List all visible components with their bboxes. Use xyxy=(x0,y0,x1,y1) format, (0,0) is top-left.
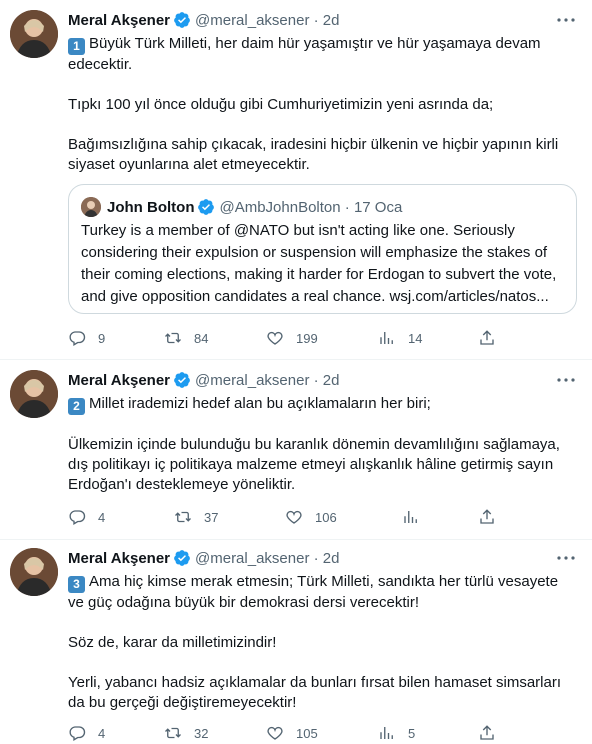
verified-badge-icon xyxy=(174,12,190,28)
keycap-number-icon: 3 xyxy=(68,576,85,593)
tweet-line: Büyük Türk Milleti, her daim hür yaşamış… xyxy=(68,35,541,73)
avatar[interactable] xyxy=(10,370,58,418)
more-options-icon[interactable] xyxy=(556,548,576,568)
tweet-3[interactable]: Meral Akşener @meral_aksener · 2d 3 Ama h… xyxy=(0,540,592,744)
quote-author-name[interactable]: John Bolton xyxy=(107,199,194,216)
retweet-icon xyxy=(165,332,181,344)
tweet-line: Millet irademizi hedef alan bu açıklamal… xyxy=(89,395,431,412)
author-handle[interactable]: @meral_aksener · 2d xyxy=(195,372,339,389)
retweet-count: 37 xyxy=(204,509,219,525)
more-options-icon[interactable] xyxy=(556,10,576,30)
verified-badge-icon xyxy=(174,372,190,388)
tweet-line: Tıpkı 100 yıl önce olduğu gibi Cumhuriye… xyxy=(68,96,494,113)
reply-button[interactable]: 4 xyxy=(68,507,105,527)
reply-icon xyxy=(69,331,86,346)
author-handle[interactable]: @meral_aksener · 2d xyxy=(195,550,339,567)
retweet-count: 32 xyxy=(194,725,209,741)
like-button[interactable]: 106 xyxy=(285,507,337,527)
heart-icon xyxy=(286,510,302,524)
retweet-button[interactable]: 32 xyxy=(164,723,208,743)
share-icon xyxy=(480,725,494,740)
views-count: 5 xyxy=(408,725,416,741)
retweet-button[interactable]: 37 xyxy=(174,507,218,527)
tweet-1[interactable]: Meral Akşener @meral_aksener · 2d 1 Büyük… xyxy=(0,0,592,360)
heart-icon xyxy=(267,331,283,345)
author-handle[interactable]: @meral_aksener · 2d xyxy=(195,12,339,29)
views-chart-icon xyxy=(380,332,393,344)
views-button[interactable]: 14 xyxy=(378,328,422,348)
like-button[interactable]: 199 xyxy=(266,328,318,348)
action-bar: 4 32 105 5 xyxy=(68,723,498,743)
reply-count: 9 xyxy=(98,330,106,346)
share-button[interactable] xyxy=(478,328,496,348)
tweet-line: Yerli, yabancı hadsiz açıklamalar da bun… xyxy=(68,674,562,711)
keycap-number-icon: 2 xyxy=(68,398,85,415)
quote-avatar[interactable] xyxy=(81,197,101,217)
reply-icon xyxy=(69,510,86,525)
quoted-tweet[interactable]: John Bolton @AmbJohnBolton · 17 Oca Turk… xyxy=(68,184,577,314)
tweet-text: 3 Ama hiç kimse merak etmesin; Türk Mille… xyxy=(68,572,573,713)
share-button[interactable] xyxy=(478,723,496,743)
author-name[interactable]: Meral Akşener xyxy=(68,372,170,389)
reply-count: 4 xyxy=(98,509,106,525)
retweet-button[interactable]: 84 xyxy=(164,328,208,348)
action-bar: 4 37 106 xyxy=(68,507,498,527)
reply-count: 4 xyxy=(98,725,106,741)
avatar[interactable] xyxy=(10,548,58,596)
share-icon xyxy=(480,509,494,524)
retweet-icon xyxy=(175,511,191,523)
reply-icon xyxy=(69,726,86,741)
like-count: 199 xyxy=(296,330,318,346)
keycap-number-icon: 1 xyxy=(68,38,85,55)
reply-button[interactable]: 4 xyxy=(68,723,105,743)
like-count: 106 xyxy=(315,509,337,525)
quote-text: Turkey is a member of @NATO but isn't ac… xyxy=(81,222,557,305)
tweet-line: Söz de, karar da milletimizindir! xyxy=(68,634,277,651)
avatar[interactable] xyxy=(10,10,58,58)
author-name[interactable]: Meral Akşener xyxy=(68,550,170,567)
like-button[interactable]: 105 xyxy=(266,723,318,743)
views-count: 14 xyxy=(408,330,423,346)
views-button[interactable] xyxy=(402,507,432,527)
verified-badge-icon xyxy=(198,199,215,215)
share-icon xyxy=(480,330,494,345)
author-name[interactable]: Meral Akşener xyxy=(68,12,170,29)
heart-icon xyxy=(267,726,283,740)
verified-badge-icon xyxy=(174,550,190,566)
reply-button[interactable]: 9 xyxy=(68,328,105,348)
action-bar: 9 84 199 14 xyxy=(68,328,498,348)
tweet-line: Ülkemizin içinde bulunduğu bu karanlık d… xyxy=(68,436,560,493)
tweet-text: 2 Millet irademizi hedef alan bu açıklama… xyxy=(68,394,573,495)
tweet-2[interactable]: Meral Akşener @meral_aksener · 2d 2 Mille… xyxy=(0,360,592,540)
quote-author-handle[interactable]: @AmbJohnBolton · 17 Oca xyxy=(219,199,402,216)
views-button[interactable]: 5 xyxy=(378,723,415,743)
like-count: 105 xyxy=(296,725,318,741)
share-button[interactable] xyxy=(478,507,496,527)
views-chart-icon xyxy=(380,727,393,739)
retweet-icon xyxy=(165,727,181,739)
views-chart-icon xyxy=(404,511,417,523)
retweet-count: 84 xyxy=(194,330,209,346)
tweet-line: Ama hiç kimse merak etmesin; Türk Millet… xyxy=(68,573,559,611)
tweet-text: 1 Büyük Türk Milleti, her daim hür yaşamı… xyxy=(68,34,573,175)
more-options-icon[interactable] xyxy=(556,370,576,390)
tweet-line: Bağımsızlığına sahip çıkacak, iradesini … xyxy=(68,136,559,173)
